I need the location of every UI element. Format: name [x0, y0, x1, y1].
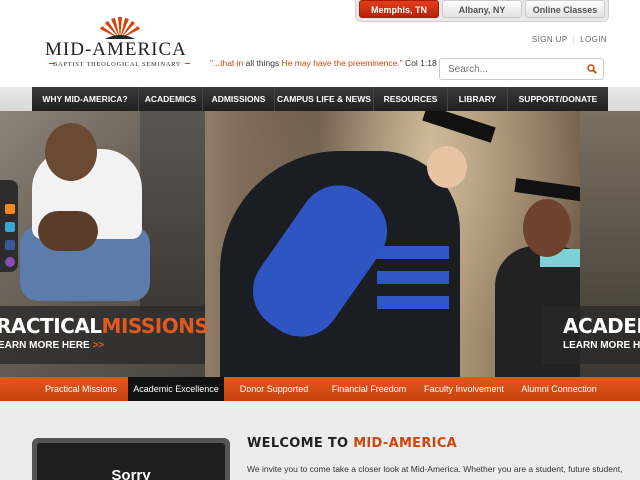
tab-memphis[interactable]: Memphis, TN: [359, 0, 439, 18]
social-sidebar: [0, 180, 18, 272]
main-nav: WHY MID-AMERICA? ACADEMICS ADMISSIONS CA…: [32, 87, 608, 111]
learn-more-text: EARN MORE HERE: [0, 340, 90, 351]
video-player[interactable]: Sorry: [32, 438, 230, 480]
hero-slider: RACTICALMISSIONS EARN MORE HERE >> ACADE…: [0, 111, 640, 377]
feature-tabs: Practical Missions Academic Excellence D…: [0, 377, 640, 401]
logo-title: MID-AMERICA: [45, 39, 187, 60]
tagline-verse: "...that in all things He may have the p…: [210, 58, 437, 68]
welcome-title-orange: MID-AMERICA: [353, 436, 458, 451]
tab-financial-freedom[interactable]: Financial Freedom: [324, 377, 414, 401]
nav-support-donate[interactable]: SUPPORT/DONATE: [508, 87, 608, 111]
location-tabs: Memphis, TN Albany, NY Online Classes: [355, 0, 609, 22]
video-screen: Sorry: [37, 443, 225, 480]
content-area: Sorry WELCOME TO MID-AMERICA We invite y…: [0, 401, 640, 480]
tab-practical-missions[interactable]: Practical Missions: [34, 377, 128, 401]
person-head: [45, 123, 97, 181]
auth-separator: |: [572, 35, 576, 44]
sunburst-icon: [100, 17, 140, 39]
verse-open: "...that in: [210, 58, 246, 68]
hero-right-caption[interactable]: ACADEMI LEARN MORE HERE: [542, 306, 640, 364]
search-input[interactable]: [448, 59, 583, 80]
graduate-face: [427, 146, 467, 188]
graduate-face-2: [523, 199, 571, 257]
welcome-heading: WELCOME TO MID-AMERICA: [247, 436, 457, 451]
learn-more-link-right[interactable]: LEARN MORE HERE: [563, 340, 640, 351]
signup-link[interactable]: SIGN UP: [532, 35, 568, 44]
caption-title-orange: MISSIONS: [101, 314, 209, 338]
sleeve-stripe: [377, 296, 449, 309]
tab-faculty-involvement[interactable]: Faculty Involvement: [414, 377, 514, 401]
login-link[interactable]: LOGIN: [580, 35, 607, 44]
verse-middle: all things: [245, 58, 280, 68]
sleeve-stripe: [377, 271, 449, 284]
learn-more-arrow: >>: [89, 340, 105, 351]
verse-highlight: He may have the preeminence.": [279, 58, 403, 68]
verse-ref: Col 1:18: [402, 58, 437, 68]
facebook-icon[interactable]: [5, 240, 15, 250]
nav-why-mid-america[interactable]: WHY MID-AMERICA?: [32, 87, 139, 111]
nav-admissions[interactable]: ADMISSIONS: [203, 87, 275, 111]
caption-title-white: RACTICAL: [0, 314, 102, 338]
tab-albany[interactable]: Albany, NY: [442, 0, 522, 18]
welcome-title-dark: WELCOME TO: [247, 436, 354, 451]
nav-library[interactable]: LIBRARY: [448, 87, 508, 111]
podcast-icon[interactable]: [5, 257, 15, 267]
nav-resources[interactable]: RESOURCES: [374, 87, 448, 111]
learn-more-link[interactable]: EARN MORE HERE >>: [0, 340, 104, 351]
logo[interactable]: MID-AMERICA BAPTIST THEOLOGICAL SEMINARY: [45, 13, 195, 71]
nav-academics[interactable]: ACADEMICS: [139, 87, 203, 111]
nav-campus-life-news[interactable]: CAMPUS LIFE & NEWS: [275, 87, 374, 111]
search-icon[interactable]: [587, 64, 597, 74]
video-message: Sorry: [111, 467, 151, 480]
rss-icon[interactable]: [5, 204, 15, 214]
logo-subtitle: BAPTIST THEOLOGICAL SEMINARY: [53, 61, 182, 68]
logo-rule-right: [185, 63, 190, 64]
caption-right-title: ACADEMI: [563, 314, 640, 338]
caption-title: RACTICALMISSIONS: [0, 314, 209, 338]
tab-donor-supported[interactable]: Donor Supported: [224, 377, 324, 401]
auth-links: SIGN UP | LOGIN: [527, 35, 607, 44]
hero-left-caption[interactable]: RACTICALMISSIONS EARN MORE HERE >>: [0, 306, 209, 364]
tab-alumni-connection[interactable]: Alumni Connection: [514, 377, 604, 401]
twitter-icon[interactable]: [5, 222, 15, 232]
sleeve-stripe: [377, 246, 449, 259]
tab-academic-excellence[interactable]: Academic Excellence: [128, 377, 224, 401]
search-box: [439, 58, 604, 80]
person-arms: [38, 211, 98, 251]
tab-online-classes[interactable]: Online Classes: [525, 0, 605, 18]
welcome-paragraph: We invite you to come take a closer look…: [247, 464, 623, 474]
hero-main-photo[interactable]: [205, 111, 595, 377]
